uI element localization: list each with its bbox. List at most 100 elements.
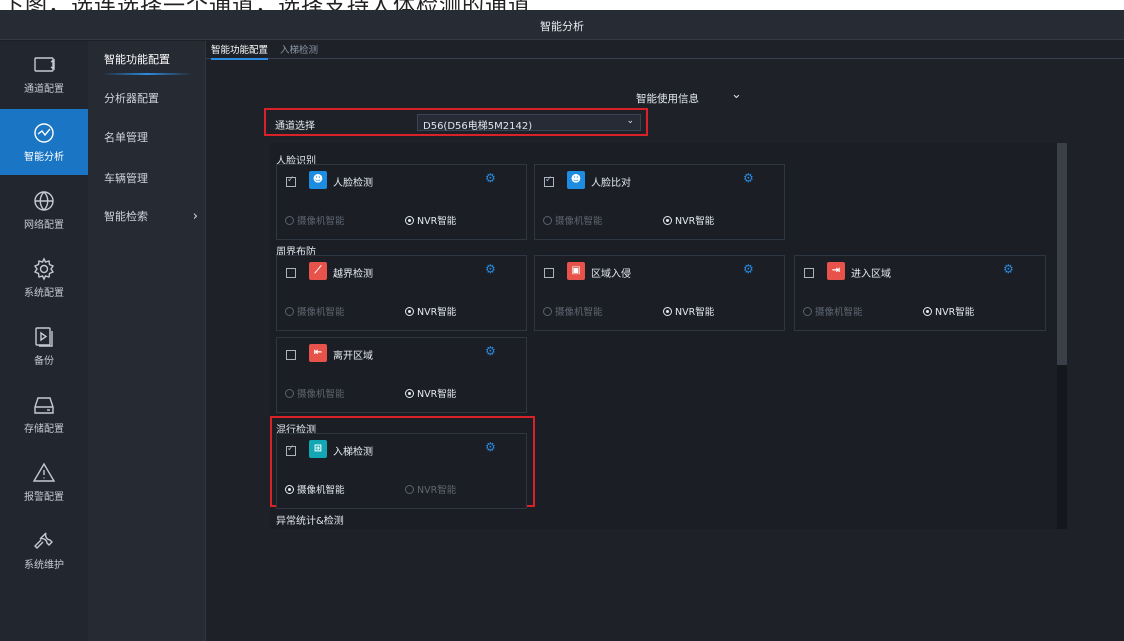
card-leave-area: ⇤ 离开区域 ⚙ 摄像机智能 NVR智能 bbox=[276, 337, 527, 413]
face-compare-checkbox[interactable] bbox=[544, 175, 554, 187]
subnav-item-analyzer-config[interactable]: 分析器配置 bbox=[88, 80, 206, 118]
line-cross-icon: ⟋ bbox=[309, 262, 327, 280]
nav-item-storage-config[interactable]: 存储配置 bbox=[0, 381, 88, 447]
option-camera[interactable]: 摄像机智能 bbox=[285, 386, 345, 400]
radio-icon bbox=[405, 216, 414, 225]
subnav-item-smart-search[interactable]: 智能检索 › bbox=[88, 198, 206, 236]
subnav-item-smart-function-config[interactable]: 智能功能配置 bbox=[88, 41, 206, 79]
subnav-item-list-management[interactable]: 名单管理 bbox=[88, 119, 206, 157]
option-nvr[interactable]: NVR智能 bbox=[405, 213, 456, 227]
gear-icon[interactable]: ⚙ bbox=[743, 171, 754, 185]
gear-icon[interactable]: ⚙ bbox=[743, 262, 754, 276]
radio-icon bbox=[543, 307, 552, 316]
globe-icon bbox=[34, 191, 54, 211]
subnav-label: 智能检索 bbox=[104, 210, 148, 223]
elevator-detect-checkbox[interactable] bbox=[286, 444, 296, 456]
main-nav: 通道配置 智能分析 网络配置 系统配置 备份 存储配置 报警配置 系统维护 bbox=[0, 41, 88, 641]
radio-icon bbox=[663, 307, 672, 316]
option-nvr[interactable]: NVR智能 bbox=[405, 304, 456, 318]
feature-name: 离开区域 bbox=[333, 351, 373, 362]
gear-icon[interactable]: ⚙ bbox=[485, 344, 496, 358]
radio-icon bbox=[405, 307, 414, 316]
nav-label: 报警配置 bbox=[24, 492, 64, 503]
gear-icon[interactable]: ⚙ bbox=[485, 171, 496, 185]
intrusion-icon: ▣ bbox=[567, 262, 585, 280]
tab-elevator-detection[interactable]: 入梯检测 bbox=[280, 42, 318, 56]
line-cross-checkbox[interactable] bbox=[286, 268, 296, 278]
card-line-cross: ⟋ 越界检测 ⚙ 摄像机智能 NVR智能 bbox=[276, 255, 527, 331]
option-camera[interactable]: 摄像机智能 bbox=[543, 304, 603, 318]
tab-bar: 智能功能配置 入梯检测 bbox=[206, 41, 1124, 60]
intrusion-checkbox[interactable] bbox=[544, 268, 554, 278]
option-nvr[interactable]: NVR智能 bbox=[405, 386, 456, 400]
radio-icon bbox=[923, 307, 932, 316]
option-label: 摄像机智能 bbox=[297, 307, 345, 318]
scrollbar-thumb[interactable] bbox=[1057, 143, 1067, 365]
radio-icon bbox=[405, 485, 414, 494]
nav-item-system-maintenance[interactable]: 系统维护 bbox=[0, 517, 88, 583]
option-camera[interactable]: 摄像机智能 bbox=[285, 482, 345, 496]
option-label: NVR智能 bbox=[417, 389, 457, 400]
app-window: 智能分析 通道配置 智能分析 网络配置 系统配置 备份 存储配置 报警配置 系统… bbox=[0, 10, 1124, 641]
nav-label: 系统配置 bbox=[24, 288, 64, 299]
option-camera[interactable]: 摄像机智能 bbox=[285, 213, 345, 227]
gear-icon[interactable]: ⚙ bbox=[1003, 262, 1014, 276]
option-camera[interactable]: 摄像机智能 bbox=[543, 213, 603, 227]
chevron-down-icon[interactable]: ⌄ bbox=[731, 87, 742, 102]
card-face-detect: ☻ 人脸检测 ⚙ 摄像机智能 NVR智能 bbox=[276, 164, 527, 240]
nav-item-system-config[interactable]: 系统配置 bbox=[0, 245, 88, 311]
face-detect-checkbox[interactable] bbox=[286, 175, 296, 187]
elevator-icon: ⊞ bbox=[309, 440, 327, 458]
option-label: NVR智能 bbox=[417, 485, 457, 496]
subnav-item-vehicle-management[interactable]: 车辆管理 bbox=[88, 160, 206, 198]
backup-icon bbox=[35, 327, 53, 347]
nav-item-network-config[interactable]: 网络配置 bbox=[0, 177, 88, 243]
feature-name: 人脸比对 bbox=[591, 178, 631, 189]
nav-item-channel-config[interactable]: 通道配置 bbox=[0, 41, 88, 107]
section-abnormal-stats: 异常统计&检测 bbox=[276, 516, 344, 527]
channel-dropdown[interactable]: D56(D56电梯5M2142) ⌄ bbox=[417, 114, 641, 132]
enter-area-checkbox[interactable] bbox=[804, 268, 814, 278]
card-intrusion: ▣ 区域入侵 ⚙ 摄像机智能 NVR智能 bbox=[534, 255, 785, 331]
option-nvr[interactable]: NVR智能 bbox=[405, 482, 456, 496]
chevron-down-icon: ⌄ bbox=[626, 116, 634, 126]
subnav-label: 智能功能配置 bbox=[104, 53, 170, 66]
feature-name: 入梯检测 bbox=[333, 447, 373, 458]
radio-icon bbox=[285, 485, 294, 494]
channel-value: D56(D56电梯5M2142) bbox=[423, 121, 533, 132]
leave-area-checkbox[interactable] bbox=[286, 350, 296, 360]
option-nvr[interactable]: NVR智能 bbox=[663, 304, 714, 318]
option-label: 摄像机智能 bbox=[555, 307, 603, 318]
channel-label: 通道选择 bbox=[275, 121, 315, 132]
tab-smart-function-config[interactable]: 智能功能配置 bbox=[211, 42, 269, 60]
analytics-icon bbox=[34, 123, 54, 143]
option-nvr[interactable]: NVR智能 bbox=[923, 304, 974, 318]
card-elevator-detect: ⊞ 入梯检测 ⚙ 摄像机智能 NVR智能 bbox=[276, 433, 527, 509]
option-camera[interactable]: 摄像机智能 bbox=[285, 304, 345, 318]
gear-icon[interactable]: ⚙ bbox=[485, 440, 496, 454]
feature-name: 进入区域 bbox=[851, 269, 891, 280]
option-label: 摄像机智能 bbox=[297, 389, 345, 400]
nav-item-smart-analysis[interactable]: 智能分析 bbox=[0, 109, 88, 175]
radio-icon bbox=[285, 216, 294, 225]
feature-name: 人脸检测 bbox=[333, 178, 373, 189]
nav-label: 通道配置 bbox=[24, 84, 64, 95]
option-label: NVR智能 bbox=[675, 307, 715, 318]
radio-icon bbox=[663, 216, 672, 225]
gear-icon[interactable]: ⚙ bbox=[485, 262, 496, 276]
face-compare-icon: ☻ bbox=[567, 171, 585, 189]
option-label: 摄像机智能 bbox=[815, 307, 863, 318]
title-bar: 智能分析 bbox=[0, 10, 1124, 40]
option-camera[interactable]: 摄像机智能 bbox=[803, 304, 863, 318]
nav-item-backup[interactable]: 备份 bbox=[0, 313, 88, 379]
chevron-right-icon: › bbox=[192, 209, 198, 224]
enter-area-icon: ⇥ bbox=[827, 262, 845, 280]
face-detect-icon: ☻ bbox=[309, 171, 327, 189]
feature-name: 区域入侵 bbox=[591, 269, 631, 280]
radio-icon bbox=[803, 307, 812, 316]
nav-item-alarm-config[interactable]: 报警配置 bbox=[0, 449, 88, 515]
subnav-label: 分析器配置 bbox=[104, 92, 159, 105]
option-nvr[interactable]: NVR智能 bbox=[663, 213, 714, 227]
wrench-icon bbox=[34, 532, 53, 549]
nav-label: 网络配置 bbox=[24, 220, 64, 231]
